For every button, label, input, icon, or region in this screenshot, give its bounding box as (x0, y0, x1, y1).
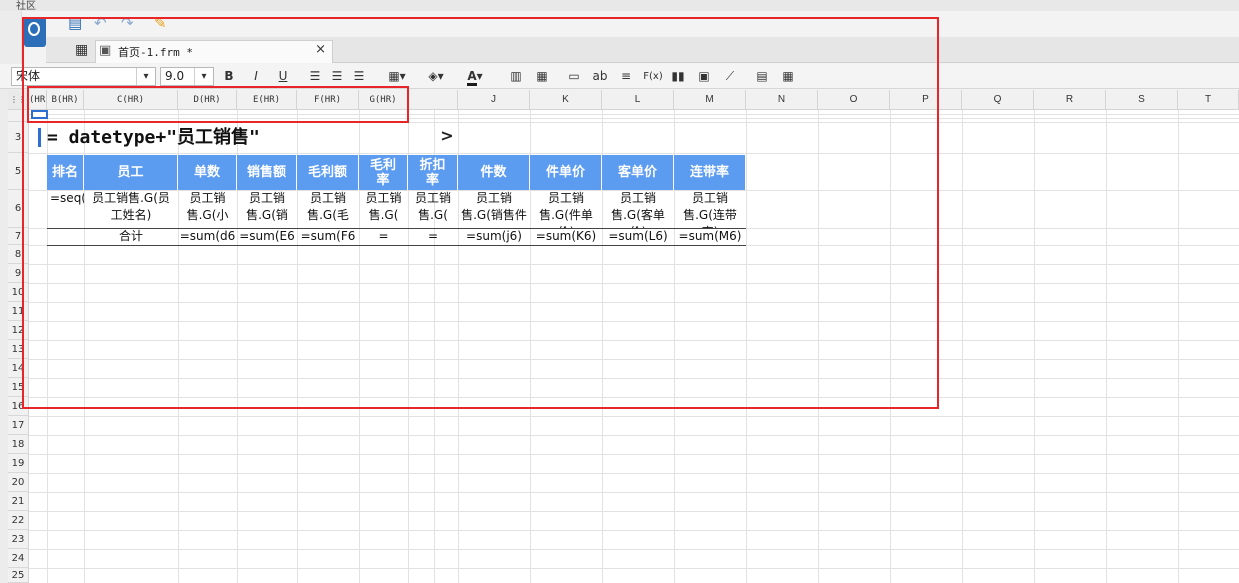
row-header[interactable]: 24 (8, 549, 29, 568)
column-header[interactable]: T (1178, 90, 1239, 110)
annotation-header-box (27, 86, 409, 123)
column-header[interactable]: S (1106, 90, 1178, 110)
grid-line (1106, 110, 1107, 583)
annotation-outer-box (22, 17, 939, 409)
grid-line (29, 473, 1239, 474)
grid-line (29, 492, 1239, 493)
column-header[interactable]: R (1034, 90, 1106, 110)
grid-line (962, 110, 963, 583)
grid-line (29, 549, 1239, 550)
row-header[interactable]: 23 (8, 530, 29, 549)
row-header[interactable]: 25 (8, 568, 29, 583)
row-header[interactable]: 21 (8, 492, 29, 511)
grid-line (1034, 110, 1035, 583)
grid-line (29, 530, 1239, 531)
grid-line (29, 511, 1239, 512)
grid-line (29, 416, 1239, 417)
row-header[interactable]: 18 (8, 435, 29, 454)
top-menu-strip: 社区 (0, 0, 1239, 12)
grid-line (29, 454, 1239, 455)
row-header[interactable]: 22 (8, 511, 29, 530)
row-header[interactable]: 20 (8, 473, 29, 492)
row-header[interactable]: 17 (8, 416, 29, 435)
row-header[interactable]: 19 (8, 454, 29, 473)
grid-line (29, 435, 1239, 436)
grid-line (1178, 110, 1179, 583)
grid-line (29, 568, 1239, 569)
column-header[interactable]: Q (962, 90, 1034, 110)
